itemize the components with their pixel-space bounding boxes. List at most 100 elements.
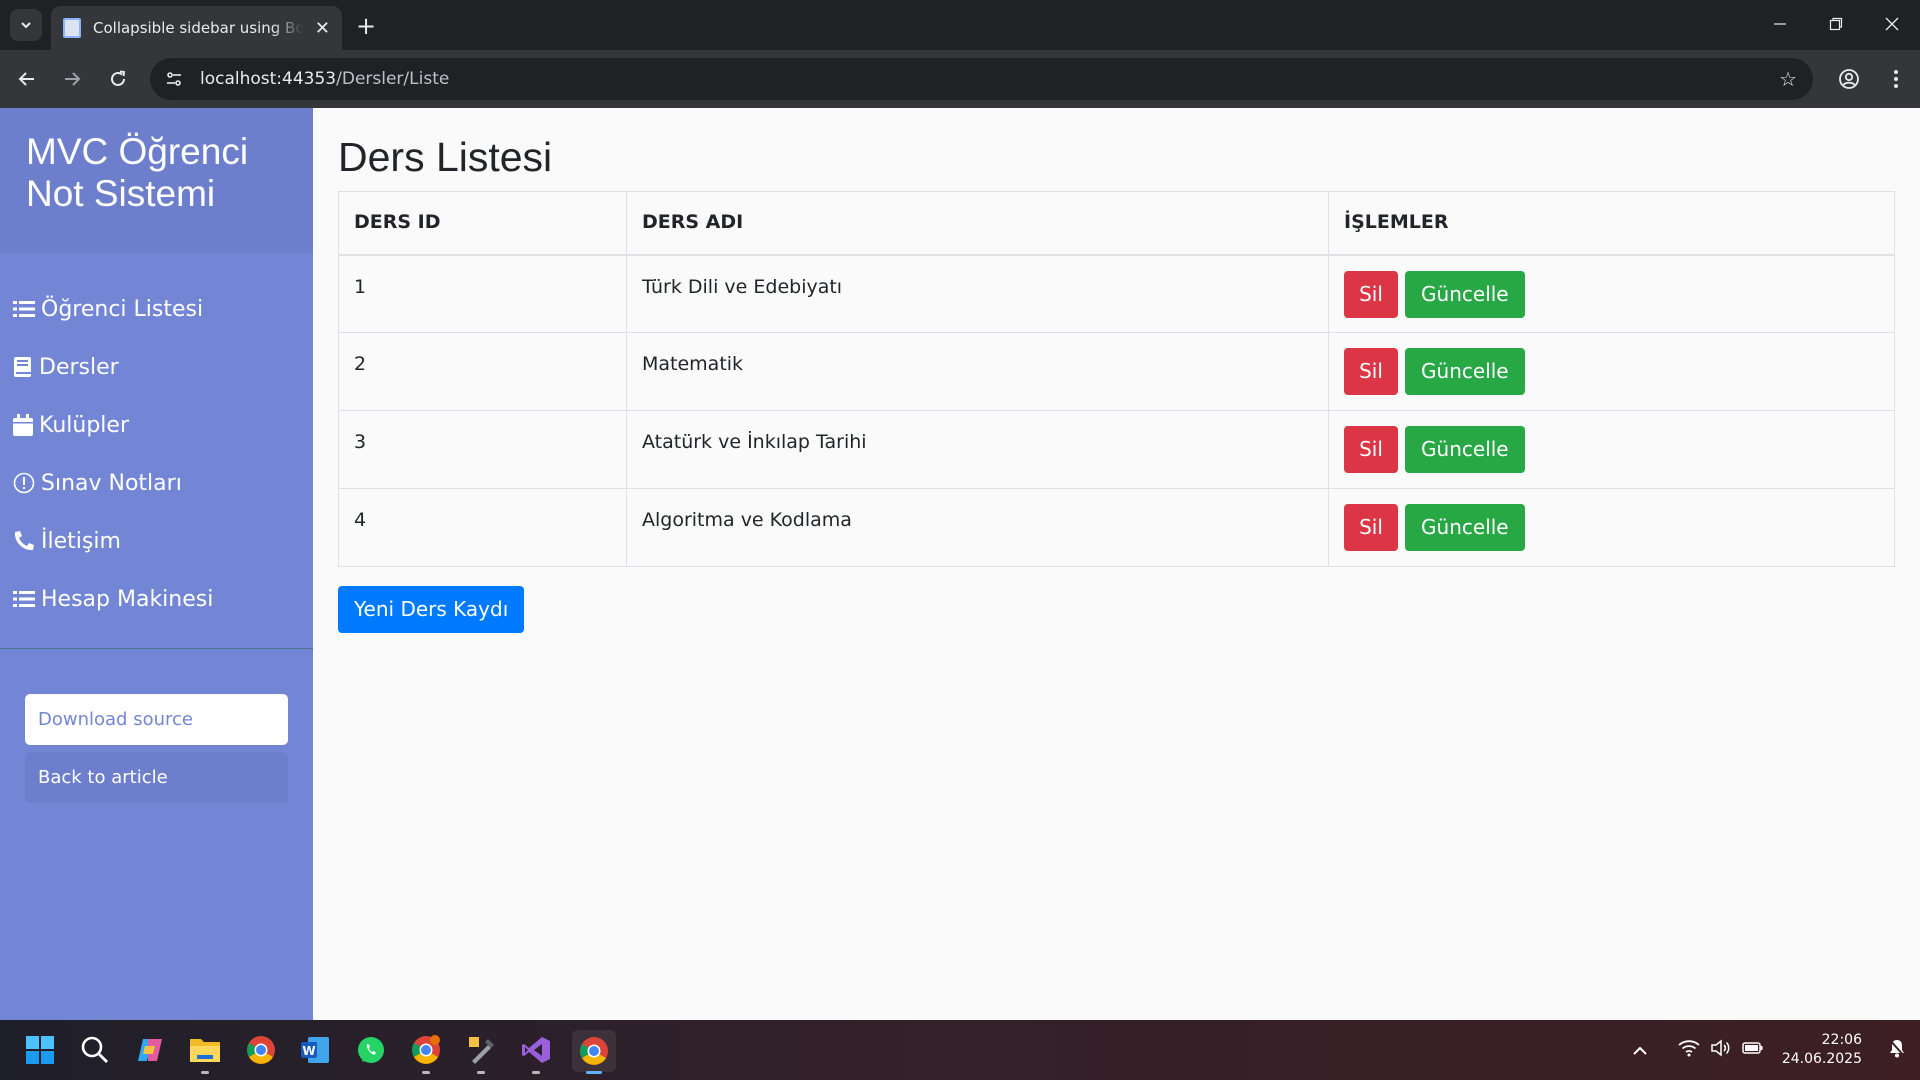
sidebar-item-sinav-notlari[interactable]: Sınav Notları [0, 454, 313, 512]
cell-name: Türk Dili ve Edebiyatı [626, 254, 1329, 333]
taskbar-tools[interactable] [463, 1032, 499, 1074]
delete-button[interactable]: Sil [1344, 270, 1398, 318]
calendar-icon [13, 414, 33, 436]
start-button[interactable] [22, 1032, 58, 1068]
arrow-left-icon [18, 72, 34, 86]
cell-actions: Sil Güncelle [1328, 410, 1895, 489]
new-lesson-button[interactable]: Yeni Ders Kaydı [338, 586, 525, 633]
address-bar[interactable]: localhost:44353/Dersler/Liste ☆ [150, 58, 1813, 100]
search-icon [81, 1036, 108, 1063]
url-path: /Dersler/Liste [336, 69, 450, 89]
cell-id: 1 [338, 254, 627, 333]
folder-icon [190, 1039, 220, 1062]
sidebar-header: MVC Öğrenci Not Sistemi [0, 108, 313, 253]
profile-button[interactable] [1834, 64, 1864, 94]
book-icon [14, 357, 31, 377]
close-icon [1885, 17, 1899, 31]
taskbar-file-explorer[interactable] [187, 1032, 223, 1074]
taskbar-visual-studio[interactable] [518, 1032, 554, 1074]
update-button[interactable]: Güncelle [1405, 426, 1525, 473]
update-button[interactable]: Güncelle [1405, 348, 1525, 395]
update-button[interactable]: Güncelle [1405, 270, 1525, 318]
column-header-id: DERS ID [338, 191, 627, 256]
taskbar-clock[interactable]: 22:06 24.06.2025 [1782, 1031, 1862, 1069]
wifi-icon[interactable] [1678, 1039, 1700, 1061]
lessons-table: DERS ID DERS ADI İŞLEMLER 1 Türk Dili ve… [338, 191, 1895, 567]
profile-icon [1839, 69, 1859, 89]
sidebar-item-label: Öğrenci Listesi [41, 296, 204, 322]
taskbar-chrome-profile[interactable] [408, 1032, 444, 1074]
clock-date: 24.06.2025 [1781, 1051, 1862, 1067]
bookmark-star-icon[interactable]: ☆ [1779, 67, 1797, 91]
chevron-down-icon [21, 22, 31, 29]
windows-start-icon [26, 1036, 54, 1064]
close-tab-icon[interactable]: ✕ [315, 18, 330, 39]
arrow-right-icon [65, 72, 81, 86]
cell-actions: Sil Güncelle [1328, 254, 1895, 333]
sidebar-item-kulupler[interactable]: Kulüpler [0, 396, 313, 454]
svg-text:W: W [302, 1044, 315, 1058]
system-tray: 22:06 24.06.2025 [1632, 1020, 1920, 1080]
update-button[interactable]: Güncelle [1405, 504, 1525, 551]
list-icon [13, 591, 35, 607]
taskbar-chrome-active[interactable] [572, 1030, 616, 1074]
close-window-button[interactable] [1864, 0, 1920, 48]
reload-button[interactable] [103, 64, 133, 94]
back-button[interactable] [12, 64, 42, 94]
volume-icon[interactable] [1710, 1039, 1732, 1061]
browser-tab[interactable]: Collapsible sidebar using Bootstrap ✕ [51, 6, 342, 50]
active-indicator [586, 1071, 602, 1074]
copilot-icon [138, 1039, 162, 1061]
column-header-actions: İŞLEMLER [1328, 191, 1895, 256]
whatsapp-icon [358, 1037, 384, 1063]
chrome-icon [247, 1036, 275, 1064]
back-to-article-button[interactable]: Back to article [25, 752, 288, 803]
taskbar: W 22:06 24.06.2025 [0, 1020, 1920, 1080]
tab-title: Collapsible sidebar using Bootstrap [93, 19, 303, 37]
sidebar-item-label: Sınav Notları [41, 470, 182, 496]
url-text: localhost:44353/Dersler/Liste [200, 69, 449, 89]
browser-toolbar: localhost:44353/Dersler/Liste ☆ [0, 50, 1920, 108]
tray-overflow-chevron-icon[interactable] [1632, 1041, 1648, 1060]
clock-time: 22:06 [1821, 1032, 1862, 1048]
new-tab-button[interactable]: + [353, 12, 379, 40]
more-menu-button[interactable] [1886, 64, 1906, 94]
minimize-button[interactable] [1752, 0, 1808, 48]
sidebar-item-label: Hesap Makinesi [41, 586, 214, 612]
tools-icon [469, 1037, 494, 1064]
exclamation-circle-icon [13, 472, 35, 494]
restore-button[interactable] [1808, 0, 1864, 48]
cell-id: 2 [338, 332, 627, 411]
delete-button[interactable]: Sil [1344, 348, 1398, 395]
delete-button[interactable]: Sil [1344, 426, 1398, 473]
tab-search-button[interactable] [10, 9, 42, 41]
sidebar-item-dersler[interactable]: Dersler [0, 338, 313, 396]
sidebar-item-hesap-makinesi[interactable]: Hesap Makinesi [0, 570, 313, 628]
cell-id: 4 [338, 488, 627, 567]
taskbar-word[interactable]: W [297, 1032, 333, 1068]
sidebar-item-ogrenci-listesi[interactable]: Öğrenci Listesi [0, 280, 313, 338]
battery-icon[interactable] [1742, 1040, 1764, 1060]
sidebar-item-iletisim[interactable]: İletişim [0, 512, 313, 570]
forward-button[interactable] [57, 64, 87, 94]
sidebar-item-label: İletişim [41, 528, 121, 554]
taskbar-copilot[interactable] [132, 1032, 168, 1068]
taskbar-chrome[interactable] [243, 1032, 279, 1068]
brand-title: MVC Öğrenci Not Sistemi [26, 131, 249, 214]
running-indicator [201, 1071, 209, 1074]
reload-icon [111, 70, 126, 86]
table-row: 4 Algoritma ve Kodlama Sil Güncelle [338, 488, 1895, 567]
cell-name: Algoritma ve Kodlama [626, 488, 1329, 567]
delete-button[interactable]: Sil [1344, 504, 1398, 551]
running-indicator [477, 1071, 485, 1074]
notification-bell-icon[interactable] [1888, 1038, 1906, 1062]
site-info-icon[interactable] [162, 67, 186, 91]
download-source-button[interactable]: Download source [25, 694, 288, 745]
chrome-icon [580, 1037, 608, 1065]
taskbar-search-button[interactable] [77, 1032, 113, 1068]
taskbar-whatsapp[interactable] [353, 1032, 389, 1068]
cell-actions: Sil Güncelle [1328, 332, 1895, 411]
sidebar-cta: Download source Back to article [0, 649, 313, 803]
page-title: Ders Listesi [338, 134, 553, 180]
sidebar-item-label: Kulüpler [39, 412, 129, 438]
